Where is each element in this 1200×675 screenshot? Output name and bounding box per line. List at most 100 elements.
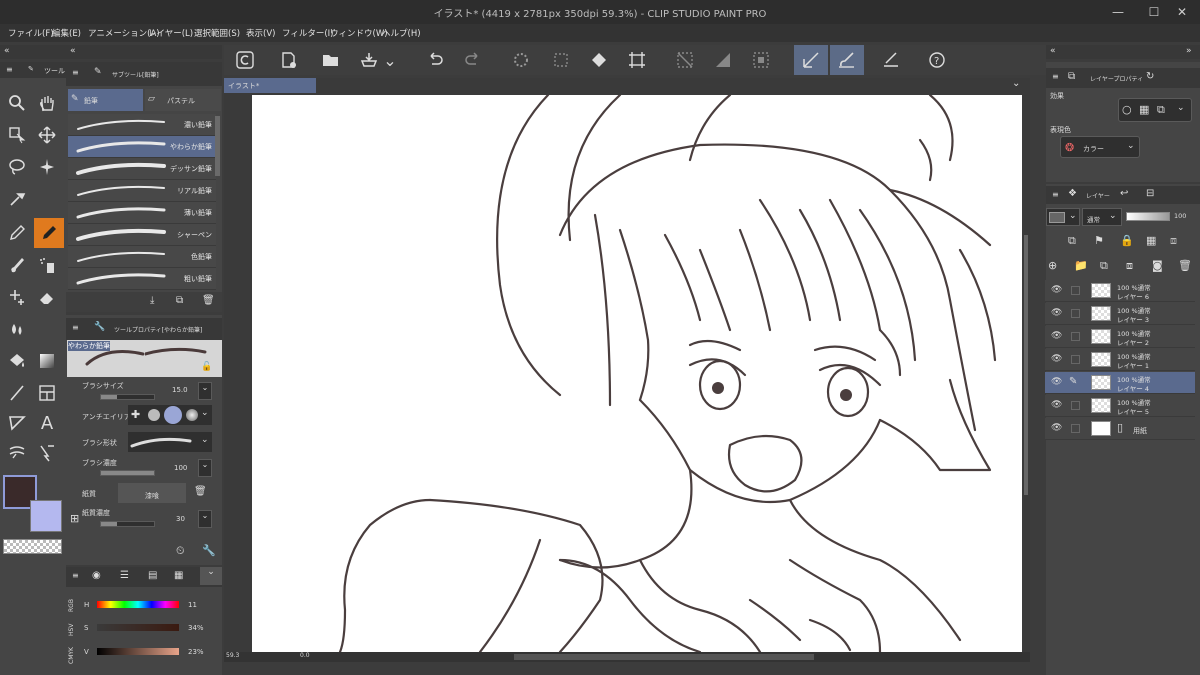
layer-row[interactable]: 👁 100 %通常 レイヤー 5 xyxy=(1045,395,1195,417)
transform-icon[interactable] xyxy=(620,45,654,75)
cmyk-tab[interactable]: CMYK xyxy=(68,647,75,664)
menu-selection[interactable]: 選択範囲(S) xyxy=(194,27,240,39)
menu-icon[interactable]: ≡ xyxy=(72,323,79,332)
subtool-tab-pastel[interactable]: ▱ パステル xyxy=(145,89,221,111)
close-button[interactable]: ✕ xyxy=(1164,0,1200,24)
brush-item[interactable]: シャーペン xyxy=(68,224,216,246)
canvas-menu-icon[interactable]: ⌄ xyxy=(1012,78,1026,92)
brush-tool-icon[interactable] xyxy=(2,250,32,280)
collapse-sub-icon[interactable]: « xyxy=(70,46,76,56)
figure-tool-icon[interactable] xyxy=(2,378,32,408)
brush-size-slider[interactable] xyxy=(100,394,155,400)
lock-icon[interactable]: 🔓 xyxy=(201,362,212,372)
menu-icon[interactable]: ≡ xyxy=(72,68,79,77)
brush-item[interactable]: 濃い鉛筆 xyxy=(68,114,216,136)
brush-item[interactable]: 色鉛筆 xyxy=(68,246,216,268)
snap-ruler-icon[interactable] xyxy=(794,45,828,75)
layer-select-checkbox[interactable] xyxy=(1071,309,1080,318)
layer-panel-tab[interactable]: レイヤー xyxy=(1086,191,1110,200)
menu-icon[interactable]: ≡ xyxy=(1052,190,1059,199)
trash-icon[interactable]: 🗑 xyxy=(194,486,207,497)
eye-icon[interactable]: 👁 xyxy=(1051,285,1063,297)
color-history-icon[interactable]: ▦ xyxy=(174,570,183,581)
border-effect-icon[interactable]: ○ xyxy=(1122,103,1132,116)
snap-grid-icon[interactable] xyxy=(874,45,908,75)
deselect-icon[interactable] xyxy=(668,45,702,75)
expand-right-icon[interactable]: » xyxy=(1186,46,1192,56)
fill-icon[interactable] xyxy=(582,45,616,75)
density-dropdown-icon[interactable]: ⌄ xyxy=(198,459,212,477)
chevron-down-icon[interactable]: ⌄ xyxy=(1069,211,1077,221)
layer-select-checkbox[interactable] xyxy=(1071,401,1080,410)
antialias-none-icon[interactable]: ✚ xyxy=(131,409,143,421)
brush-item[interactable]: やわらか鉛筆 xyxy=(68,136,216,158)
operation-tool-icon[interactable] xyxy=(2,120,32,150)
gradient-tool-icon[interactable] xyxy=(32,346,62,376)
tab-icon[interactable]: ↻ xyxy=(1146,71,1154,82)
open-folder-icon[interactable] xyxy=(314,45,348,75)
subtool-tab-pencil[interactable]: ✎ 鉛筆 xyxy=(68,89,143,111)
balloon-tool-icon[interactable] xyxy=(2,438,32,468)
frame-tool-icon[interactable] xyxy=(32,378,62,408)
layer-row[interactable]: 👁 100 %通常 レイヤー 1 xyxy=(1045,349,1195,371)
download-icon[interactable]: ⤓ xyxy=(150,295,154,306)
menu-window[interactable]: ウィンドウ(W) xyxy=(330,27,388,39)
menu-icon[interactable]: ≡ xyxy=(1052,72,1059,81)
reference-layer-icon[interactable]: ⚑ xyxy=(1094,234,1104,247)
blend-tool-icon[interactable] xyxy=(2,314,32,344)
layer-row[interactable]: 👁 100 %通常 レイヤー 2 xyxy=(1045,326,1195,348)
expand-selection-icon[interactable] xyxy=(744,45,778,75)
layer-select-checkbox[interactable] xyxy=(1071,332,1080,341)
clip-layer-icon[interactable]: ⧉ xyxy=(1068,234,1076,248)
move-layer-tool-icon[interactable] xyxy=(32,120,62,150)
chevron-down-icon[interactable]: ⌄ xyxy=(1127,141,1135,151)
chevron-down-icon[interactable]: ⌄ xyxy=(1177,103,1185,113)
eyedropper-tool-icon[interactable] xyxy=(2,184,32,214)
save-icon[interactable] xyxy=(352,45,386,75)
chevron-down-icon[interactable]: ⌄ xyxy=(200,567,222,585)
canvas-vertical-scrollbar[interactable] xyxy=(1022,95,1030,652)
layer-row[interactable]: 👁 ✎ 100 %通常 レイヤー 4 xyxy=(1045,372,1195,394)
pencil-tool-icon[interactable] xyxy=(34,218,64,248)
layer-row[interactable]: 👁 100 %通常 レイヤー 6 xyxy=(1045,280,1195,302)
lasso-tool-icon[interactable] xyxy=(2,152,32,182)
color-slider-icon[interactable]: ☰ xyxy=(120,570,129,581)
layer-select-checkbox[interactable] xyxy=(1071,355,1080,364)
hand-tool-icon[interactable] xyxy=(32,88,62,118)
decoration-tool-icon[interactable] xyxy=(2,282,32,312)
menu-layer[interactable]: レイヤー(L) xyxy=(148,27,193,39)
chevron-down-icon[interactable]: ⌄ xyxy=(1109,211,1117,221)
transparent-color-swatch[interactable] xyxy=(3,539,62,554)
layer-color-icon[interactable]: ⧉ xyxy=(1157,103,1165,117)
airbrush-tool-icon[interactable] xyxy=(32,250,62,280)
antialias-selector[interactable]: ✚ ⌄ xyxy=(128,405,212,425)
correct-line-tool-icon[interactable] xyxy=(32,438,62,468)
brush-shape-preview[interactable]: ⌄ xyxy=(128,432,212,452)
antialias-weak-icon[interactable] xyxy=(148,409,160,421)
menu-edit[interactable]: 編集(E) xyxy=(52,27,81,39)
drawing-canvas[interactable] xyxy=(252,95,1022,652)
eye-icon[interactable]: 👁 xyxy=(1051,400,1063,412)
eye-icon[interactable]: 👁 xyxy=(1051,308,1063,320)
expand-plus-icon[interactable]: ⊞ xyxy=(70,512,79,525)
menu-view[interactable]: 表示(V) xyxy=(246,27,275,39)
trash-icon[interactable]: 🗑 xyxy=(202,295,215,306)
eye-icon[interactable]: 👁 xyxy=(1051,354,1063,366)
redo-icon[interactable] xyxy=(456,45,490,75)
paper-density-dropdown-icon[interactable]: ⌄ xyxy=(198,510,212,528)
chevron-down-icon[interactable]: ⌄ xyxy=(201,435,209,445)
density-slider[interactable] xyxy=(100,470,155,476)
new-folder-icon[interactable]: 📁 xyxy=(1074,259,1088,272)
paper-density-slider[interactable] xyxy=(100,521,155,527)
expression-color-select[interactable]: ❂ カラー ⌄ xyxy=(1060,136,1140,158)
minimize-button[interactable]: — xyxy=(1100,0,1136,24)
color-set-icon[interactable]: ▤ xyxy=(148,570,157,581)
clear-icon[interactable] xyxy=(544,45,578,75)
duplicate-icon[interactable]: ⧉ xyxy=(176,295,183,306)
brush-size-dropdown-icon[interactable]: ⌄ xyxy=(198,382,212,400)
collapse-left-icon[interactable]: « xyxy=(4,46,10,56)
subtool-panel-tab[interactable]: サブツール[鉛筆] xyxy=(112,70,159,79)
effect-selector[interactable]: ○ ▦ ⧉ ⌄ xyxy=(1118,98,1192,122)
paper-select-button[interactable]: 漆喰 xyxy=(118,483,186,503)
sub-color-swatch[interactable] xyxy=(30,500,62,532)
